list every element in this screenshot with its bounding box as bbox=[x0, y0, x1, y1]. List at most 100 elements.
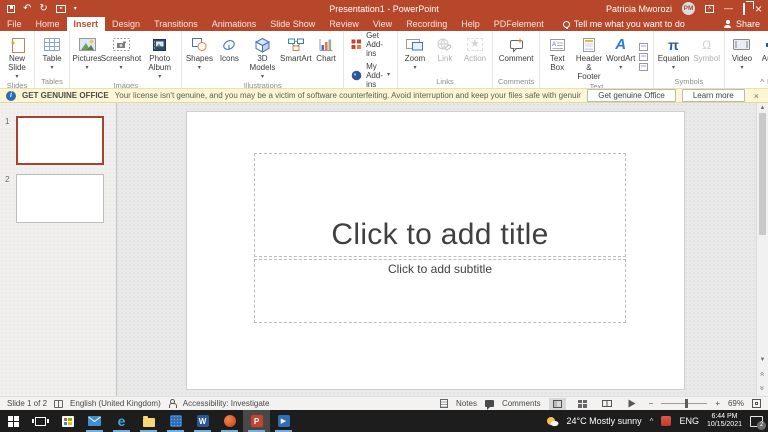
zoom-icon bbox=[405, 34, 424, 55]
pictures-button[interactable]: Pictures ▾ bbox=[72, 33, 102, 81]
learn-more-button[interactable]: Learn more bbox=[682, 89, 745, 102]
text-box-icon: A bbox=[549, 34, 566, 55]
ribbon-display-options-icon[interactable]: ^ bbox=[705, 5, 714, 13]
action-center-icon[interactable]: 2 bbox=[750, 416, 763, 427]
browser-button[interactable] bbox=[216, 410, 243, 432]
reading-view-button[interactable] bbox=[599, 398, 616, 410]
date-time-icon[interactable] bbox=[639, 43, 648, 51]
equation-button[interactable]: π Equation ▾ bbox=[656, 33, 692, 77]
shapes-button[interactable]: Shapes ▾ bbox=[184, 33, 214, 81]
scroll-up-icon[interactable]: ▲ bbox=[757, 104, 768, 112]
tab-help[interactable]: Help bbox=[454, 17, 487, 31]
smartart-button[interactable]: SmartArt bbox=[281, 33, 312, 81]
comment-button[interactable]: Comment bbox=[497, 33, 536, 77]
store-button[interactable] bbox=[54, 410, 81, 432]
start-button[interactable] bbox=[0, 410, 27, 432]
customize-qat-icon[interactable]: ▾ bbox=[74, 6, 77, 12]
powerpoint-button[interactable]: P bbox=[243, 410, 270, 432]
tab-pdfelement[interactable]: PDFelement bbox=[487, 17, 551, 31]
spell-check-icon[interactable] bbox=[54, 400, 63, 408]
chart-button[interactable]: Chart bbox=[311, 33, 341, 81]
video-button[interactable]: Video ▾ bbox=[727, 33, 757, 77]
zoom-slider-thumb[interactable] bbox=[685, 399, 688, 408]
my-add-ins-button[interactable]: My Add-ins ▾ bbox=[351, 62, 390, 89]
language-status[interactable]: English (United Kingdom) bbox=[70, 399, 161, 408]
get-genuine-office-button[interactable]: Get genuine Office bbox=[587, 89, 676, 102]
show-hidden-icons-chevron[interactable]: ^ bbox=[650, 417, 654, 426]
app-button[interactable] bbox=[162, 410, 189, 432]
media-app-button[interactable]: ▶ bbox=[270, 410, 297, 432]
start-from-beginning-icon[interactable] bbox=[56, 5, 66, 13]
previous-slide-icon[interactable]: « bbox=[757, 370, 768, 378]
file-explorer-button[interactable] bbox=[135, 410, 162, 432]
zoom-in-icon[interactable]: + bbox=[715, 399, 720, 408]
subtitle-placeholder[interactable]: Click to add subtitle bbox=[254, 259, 626, 323]
text-box-button[interactable]: A Text Box bbox=[542, 33, 572, 82]
avatar[interactable]: PM bbox=[682, 2, 695, 15]
tray-app-icon[interactable] bbox=[661, 416, 671, 426]
normal-view-button[interactable] bbox=[549, 398, 566, 410]
zoom-out-icon[interactable]: − bbox=[649, 399, 654, 408]
redo-icon[interactable]: ↻ bbox=[39, 4, 47, 14]
get-add-ins-button[interactable]: Get Add-ins bbox=[351, 31, 390, 58]
tab-review[interactable]: Review bbox=[322, 17, 366, 31]
tab-animations[interactable]: Animations bbox=[205, 17, 264, 31]
wordart-button[interactable]: A WordArt ▾ bbox=[606, 33, 636, 82]
slide-thumbnail-2[interactable] bbox=[16, 174, 104, 223]
fit-slide-to-window-icon[interactable] bbox=[752, 399, 761, 408]
scroll-down-icon[interactable]: ▼ bbox=[757, 356, 768, 364]
input-language[interactable]: ENG bbox=[679, 416, 699, 426]
slide-number-icon[interactable] bbox=[639, 53, 648, 61]
icons-button[interactable]: Icons bbox=[214, 33, 244, 81]
tab-design[interactable]: Design bbox=[105, 17, 147, 31]
ribbon-tabs: File Home Insert Design Transitions Anim… bbox=[0, 17, 768, 31]
new-slide-button[interactable]: New Slide ▾ bbox=[2, 33, 32, 81]
slide-thumbnail-panel[interactable]: 1 2 bbox=[0, 103, 117, 396]
tab-view[interactable]: View bbox=[366, 17, 399, 31]
scrollbar-thumb[interactable] bbox=[759, 113, 766, 235]
restore-icon[interactable] bbox=[743, 4, 745, 14]
tab-transitions[interactable]: Transitions bbox=[147, 17, 205, 31]
banner-close-icon[interactable]: × bbox=[751, 91, 762, 101]
screenshot-button[interactable]: Screenshot ▾ bbox=[102, 33, 140, 81]
word-button[interactable]: W bbox=[189, 410, 216, 432]
header-footer-icon bbox=[582, 34, 596, 55]
tab-home[interactable]: Home bbox=[29, 17, 67, 31]
weather-text[interactable]: 24°C Mostly sunny bbox=[567, 416, 642, 426]
zoom-button[interactable]: Zoom ▾ bbox=[400, 33, 430, 77]
comments-button[interactable]: Comments bbox=[502, 399, 541, 408]
tab-insert[interactable]: Insert bbox=[67, 17, 106, 31]
undo-icon[interactable]: ↶ bbox=[23, 4, 31, 14]
close-icon[interactable]: × bbox=[755, 3, 762, 15]
minimize-icon[interactable]: — bbox=[724, 3, 733, 13]
tell-me-box[interactable]: Tell me what you want to do bbox=[563, 17, 685, 31]
zoom-slider[interactable] bbox=[661, 403, 707, 404]
vertical-scrollbar[interactable]: ▲ ▼ « « bbox=[756, 103, 768, 396]
photo-album-button[interactable]: Photo Album ▾ bbox=[140, 33, 179, 81]
mail-button[interactable] bbox=[81, 410, 108, 432]
save-icon[interactable] bbox=[7, 5, 15, 13]
zoom-level[interactable]: 69% bbox=[728, 399, 744, 408]
title-placeholder[interactable]: Click to add title bbox=[254, 153, 626, 257]
accessibility-status[interactable]: Accessibility: Investigate bbox=[183, 399, 270, 408]
edge-button[interactable]: e bbox=[108, 410, 135, 432]
task-view-button[interactable] bbox=[27, 410, 54, 432]
user-name[interactable]: Patricia Mworozi bbox=[606, 4, 672, 14]
slide-thumbnail-1[interactable] bbox=[16, 116, 104, 165]
slide-show-button[interactable] bbox=[624, 398, 641, 410]
table-button[interactable]: Table ▾ bbox=[37, 33, 67, 77]
tab-file[interactable]: File bbox=[0, 17, 29, 31]
collapse-ribbon-icon[interactable]: ^ bbox=[760, 78, 764, 87]
share-button[interactable]: Share bbox=[724, 17, 768, 31]
audio-button[interactable]: Audio ▾ bbox=[757, 33, 768, 77]
clock[interactable]: 6:44 PM 10/15/2021 bbox=[707, 413, 742, 429]
notes-button[interactable]: Notes bbox=[456, 399, 477, 408]
slide-canvas[interactable]: Click to add title Click to add subtitle bbox=[186, 111, 685, 390]
object-icon[interactable] bbox=[639, 63, 648, 71]
tab-recording[interactable]: Recording bbox=[399, 17, 454, 31]
header-footer-button[interactable]: Header & Footer bbox=[572, 33, 605, 82]
3d-models-button[interactable]: 3D Models ▾ bbox=[244, 33, 280, 81]
slide-sorter-view-button[interactable] bbox=[574, 398, 591, 410]
tab-slide-show[interactable]: Slide Show bbox=[263, 17, 322, 31]
next-slide-icon[interactable]: « bbox=[757, 384, 768, 392]
